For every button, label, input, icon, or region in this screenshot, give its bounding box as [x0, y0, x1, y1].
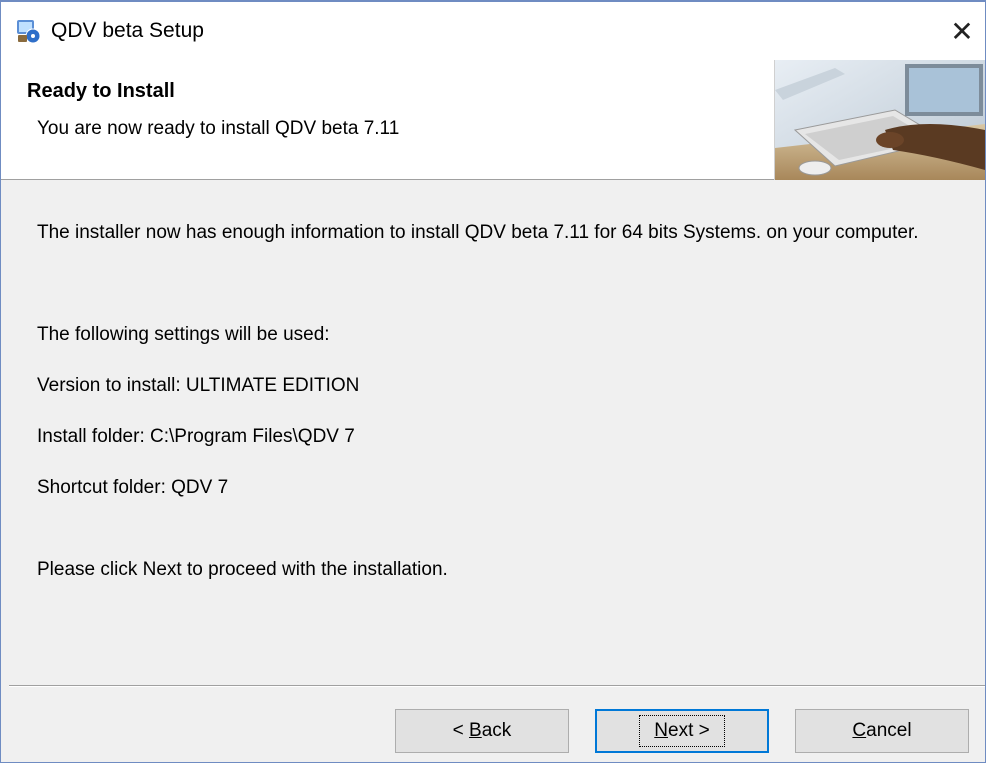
wizard-header: Ready to Install You are now ready to in… [1, 60, 985, 180]
close-button[interactable]: ✕ [939, 2, 985, 60]
title-bar: QDV beta Setup ✕ [1, 2, 985, 60]
next-button-label: Next > [639, 715, 725, 747]
version-setting: Version to install: ULTIMATE EDITION [37, 375, 360, 396]
install-folder-setting: Install folder: C:\Program Files\QDV 7 [37, 426, 355, 447]
page-subtitle: You are now ready to install QDV beta 7.… [37, 118, 400, 139]
intro-text: The installer now has enough information… [37, 222, 919, 243]
settings-heading: The following settings will be used: [37, 324, 330, 345]
proceed-instruction: Please click Next to proceed with the in… [37, 559, 448, 580]
cancel-button[interactable]: Cancel [795, 709, 969, 753]
computer-keyboard-photo-icon [775, 60, 985, 180]
window-title: QDV beta Setup [51, 19, 204, 42]
shortcut-folder-setting: Shortcut folder: QDV 7 [37, 477, 229, 498]
banner-image [774, 60, 985, 180]
page-title: Ready to Install [27, 80, 175, 102]
setup-window: QDV beta Setup ✕ Ready to Install You ar… [0, 0, 986, 763]
wizard-content: The installer now has enough information… [1, 180, 985, 615]
close-icon: ✕ [950, 15, 974, 47]
back-button[interactable]: < Back [395, 709, 569, 753]
next-button[interactable]: Next > [595, 709, 769, 753]
button-divider [9, 685, 985, 687]
back-button-label: < Back [452, 720, 512, 741]
installer-icon [17, 20, 41, 44]
cancel-button-label: Cancel [852, 720, 912, 741]
